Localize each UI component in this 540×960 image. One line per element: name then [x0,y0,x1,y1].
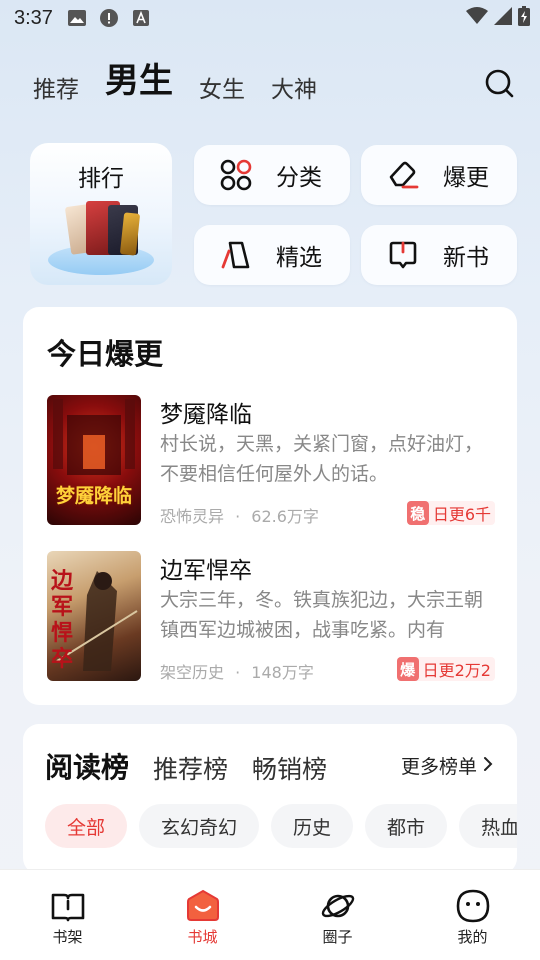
rankings-card: 阅读榜 推荐榜 畅销榜 更多榜单 全部 玄幻奇幻 历史 都市 热血 [23,724,517,874]
book-cover: 边军悍卒 [47,551,141,681]
more-rankings-label: 更多榜单 [400,756,477,778]
chip-fantasy[interactable]: 玄幻奇幻 [139,804,260,848]
ranking-tabs: 阅读榜 推荐榜 畅销榜 [45,746,351,786]
badge-text: 日更2万2 [422,661,491,680]
selected-entry-label: 精选 [276,245,322,271]
chip-urban[interactable]: 都市 [365,804,448,848]
book-word-count: 148万字 [251,663,314,682]
bookshelf-icon [50,888,86,924]
meta-separator: · [235,663,241,682]
ranking-entry-card[interactable]: 排行 [30,143,172,285]
book-title: 边军悍卒 [160,558,252,584]
new-books-entry-label: 新书 [443,245,489,271]
book-cover-title: 梦魇降临 [55,485,132,507]
status-bar: 3:37 [0,0,540,36]
book-item[interactable]: 边军悍卒 边军悍卒 大宗三年，冬。铁真族犯边，大宗王朝镇西军边城被困，战事吃紧。… [47,551,495,683]
chip-all[interactable]: 全部 [45,804,128,848]
category-icon [220,159,252,191]
nav-profile[interactable]: 我的 [405,870,540,960]
ranking-entry-label: 排行 [78,166,124,192]
nav-profile-label: 我的 [457,928,488,946]
bookstore-icon [185,888,221,924]
nav-bookshelf[interactable]: 书架 [0,870,135,960]
bottom-nav: 书架 书城 圈子 我的 [0,869,540,960]
font-notification-icon [131,8,151,28]
selected-entry-button[interactable]: 精选 [194,225,350,285]
nav-bookshelf-label: 书架 [52,928,83,946]
signal-icon [494,7,512,29]
nav-bookstore-label: 书城 [187,928,218,946]
search-icon[interactable] [484,68,516,100]
book-description: 村长说，天黑，关紧门窗，点好油灯，不要相信任何屋外人的话。 [160,433,484,485]
planet-icon [320,888,356,924]
tab-recommend[interactable]: 推荐 [33,70,79,108]
category-entry-label: 分类 [276,165,322,191]
nav-circle[interactable]: 圈子 [270,870,405,960]
badge-mark: 稳 [406,501,429,525]
today-update-title: 今日爆更 [47,337,164,371]
tab-male[interactable]: 男生 [105,53,173,108]
book-meta: 架空历史 · 148万字 [160,659,314,683]
eraser-icon [387,159,419,191]
more-rankings-link[interactable]: 更多榜单 [401,752,493,779]
new-books-entry-button[interactable]: 新书 [361,225,517,285]
nav-bookstore[interactable]: 书城 [135,870,270,960]
book-cover: 梦魇降临 [47,395,141,525]
book-title: 梦魇降临 [160,402,252,428]
book-word-count: 62.6万字 [251,507,319,526]
book-meta: 恐怖灵异 · 62.6万字 [160,503,319,527]
update-rate-badge: 爆 日更2万2 [396,657,495,681]
chip-hot-blood[interactable]: 热血 [459,804,517,848]
book-description: 大宗三年，冬。铁真族犯边，大宗王朝镇西军边城被困，战事吃紧。内有 [160,589,484,641]
battery-icon [518,6,530,30]
genre-chips: 全部 玄幻奇幻 历史 都市 热血 [45,804,517,848]
meta-separator: · [235,507,241,526]
category-entry-button[interactable]: 分类 [194,145,350,205]
update-entry-button[interactable]: 爆更 [361,145,517,205]
badge-text: 日更6千 [432,505,491,524]
book-item[interactable]: 梦魇降临 梦魇降临 村长说，天黑，关紧门窗，点好油灯，不要相信任何屋外人的话。 … [47,395,495,527]
tab-master[interactable]: 大神 [271,70,317,108]
book-genre: 恐怖灵异 [160,507,225,526]
selected-icon [220,239,252,271]
today-update-card: 今日爆更 梦魇降临 梦魇降临 村长说，天黑，关紧门窗，点好油灯，不要相信任何屋外… [23,307,517,705]
nav-circle-label: 圈子 [322,928,353,946]
wifi-icon [466,7,488,29]
image-notification-icon [67,8,87,28]
new-book-icon [387,239,419,271]
profile-face-icon [455,888,491,924]
tab-recommend-rank[interactable]: 推荐榜 [153,750,228,786]
update-rate-badge: 稳 日更6千 [406,501,495,525]
chip-history[interactable]: 历史 [271,804,354,848]
book-genre: 架空历史 [160,663,225,682]
update-entry-label: 爆更 [443,165,489,191]
tab-reading-rank[interactable]: 阅读榜 [45,746,129,786]
tab-bestseller-rank[interactable]: 畅销榜 [252,750,327,786]
alert-notification-icon [99,8,119,28]
badge-mark: 爆 [396,657,419,681]
tab-female[interactable]: 女生 [199,70,245,108]
book-cover-title: 边军悍卒 [51,569,74,672]
status-time: 3:37 [14,6,53,29]
channel-tabs: 推荐 男生 女生 大神 [33,58,516,108]
chevron-right-icon [483,755,493,777]
